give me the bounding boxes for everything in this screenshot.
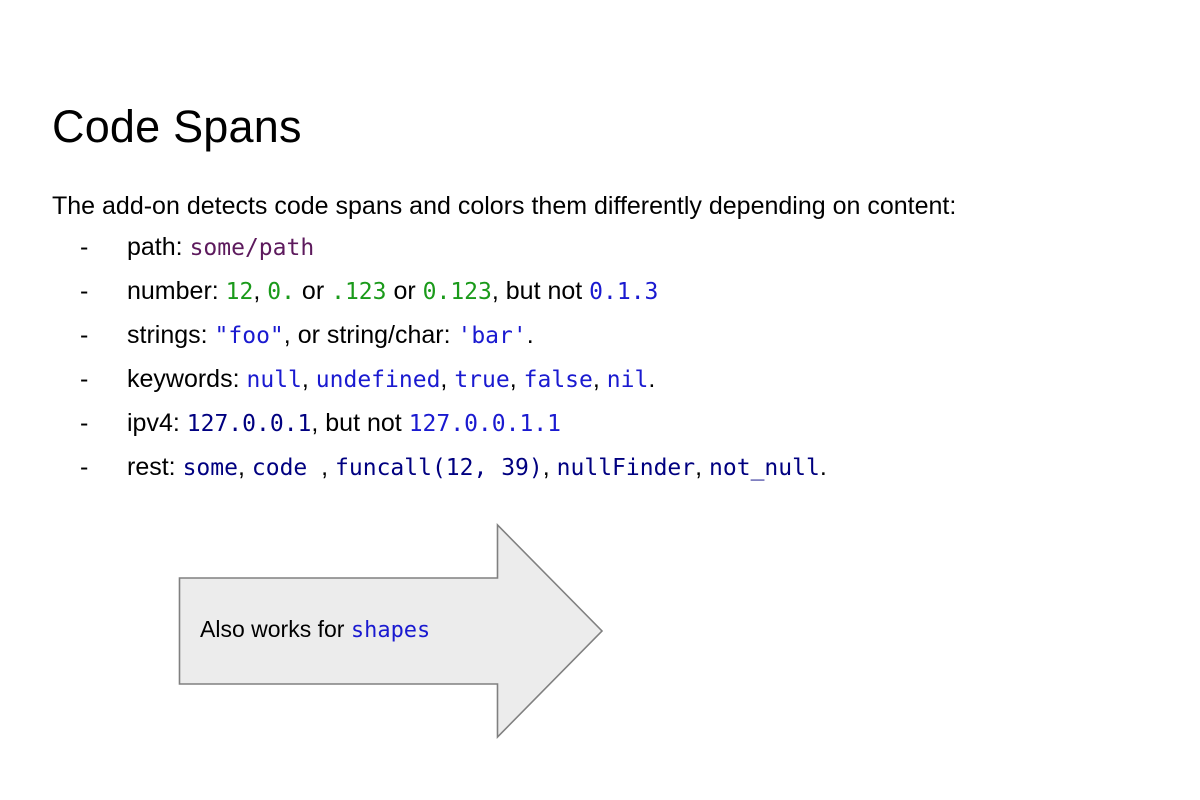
text-span: or xyxy=(294,277,332,305)
text-span: , xyxy=(321,453,336,481)
list-item-label: path: xyxy=(127,233,183,261)
code-span-list: - path: some/path - number: 12, 0. or .123 … xyxy=(52,226,1182,490)
bullet-dash-icon: - xyxy=(80,233,89,261)
code-span-identifier: not_null xyxy=(709,455,820,481)
text-span: , xyxy=(301,365,316,393)
bullet-dash-icon: - xyxy=(80,321,89,349)
bullet-dash-icon: - xyxy=(80,277,89,305)
intro-paragraph: The add-on detects code spans and colors… xyxy=(52,192,957,220)
code-span-string: 'bar' xyxy=(457,323,527,349)
text-span: , xyxy=(542,453,557,481)
text-span: , xyxy=(509,365,524,393)
list-item: - path: some/path xyxy=(52,226,1182,270)
text-span: . xyxy=(526,321,534,349)
code-span-keyword: nil xyxy=(606,367,649,393)
text-span xyxy=(219,277,226,305)
code-span-keyword: null xyxy=(246,367,302,393)
code-span-invalid-number: 0.1.3 xyxy=(589,279,659,305)
text-span xyxy=(183,233,190,261)
code-span-keyword: true xyxy=(454,367,510,393)
code-span-number: 0.123 xyxy=(422,279,492,305)
text-span xyxy=(180,409,187,437)
code-span-number: 12 xyxy=(225,279,254,305)
code-span-invalid-ipv4: 127.0.0.1.1 xyxy=(408,411,562,437)
list-item: - keywords: null, undefined, true, false,… xyxy=(52,358,1182,402)
arrow-label: Also works for shapes xyxy=(200,614,500,646)
list-item-label: strings: xyxy=(127,321,208,349)
text-span: , xyxy=(592,365,607,393)
text-span: , or string/char: xyxy=(283,321,458,349)
text-span: , xyxy=(440,365,455,393)
page-title: Code Spans xyxy=(52,101,302,153)
bullet-dash-icon: - xyxy=(80,409,89,437)
text-span: . xyxy=(648,365,656,393)
text-span: , xyxy=(695,453,710,481)
code-span-number: .123 xyxy=(331,279,387,305)
slide-body: The add-on detects code spans and colors… xyxy=(52,186,1182,490)
bullet-dash-icon: - xyxy=(80,453,89,481)
code-span-identifier: funcall(12, 39) xyxy=(335,455,543,481)
code-span-ipv4: 127.0.0.1 xyxy=(186,411,312,437)
text-span: , xyxy=(237,453,252,481)
list-item-label: rest: xyxy=(127,453,176,481)
code-span-path: some/path xyxy=(189,235,315,261)
list-item: - number: 12, 0. or .123 or 0.123, but no… xyxy=(52,270,1182,314)
text-span: or xyxy=(386,277,423,305)
block-arrow-shape[interactable]: Also works for shapes xyxy=(178,522,604,740)
list-item: - strings: "foo", or string/char: 'bar'. xyxy=(52,314,1182,358)
code-span-number: 0. xyxy=(267,279,295,305)
text-span: , but not xyxy=(491,277,590,305)
text-span xyxy=(176,453,183,481)
arrow-label-plain: Also works for xyxy=(200,616,351,642)
code-span-identifier: some xyxy=(182,455,238,481)
list-item-label: keywords: xyxy=(127,365,240,393)
code-span-identifier: nullFinder xyxy=(556,455,696,481)
list-item: - rest: some, code , funcall(12, 39), nul… xyxy=(52,446,1182,490)
text-span xyxy=(240,365,247,393)
text-span: , but not xyxy=(311,409,409,437)
list-item-label: ipv4: xyxy=(127,409,180,437)
list-item: - ipv4: 127.0.0.1, but not 127.0.0.1.1 xyxy=(52,402,1182,446)
list-item-label: number: xyxy=(127,277,219,305)
arrow-label-code: shapes xyxy=(350,618,431,643)
text-span xyxy=(208,321,215,349)
slide-canvas: Code Spans The add-on detects code spans… xyxy=(0,0,1200,800)
code-span-keyword: undefined xyxy=(315,367,441,393)
code-span-string: "foo" xyxy=(214,323,284,349)
code-span-identifier: code xyxy=(251,455,322,481)
code-span-keyword: false xyxy=(523,367,593,393)
bullet-dash-icon: - xyxy=(80,365,89,393)
text-span: , xyxy=(253,277,268,305)
text-span: . xyxy=(819,453,827,481)
